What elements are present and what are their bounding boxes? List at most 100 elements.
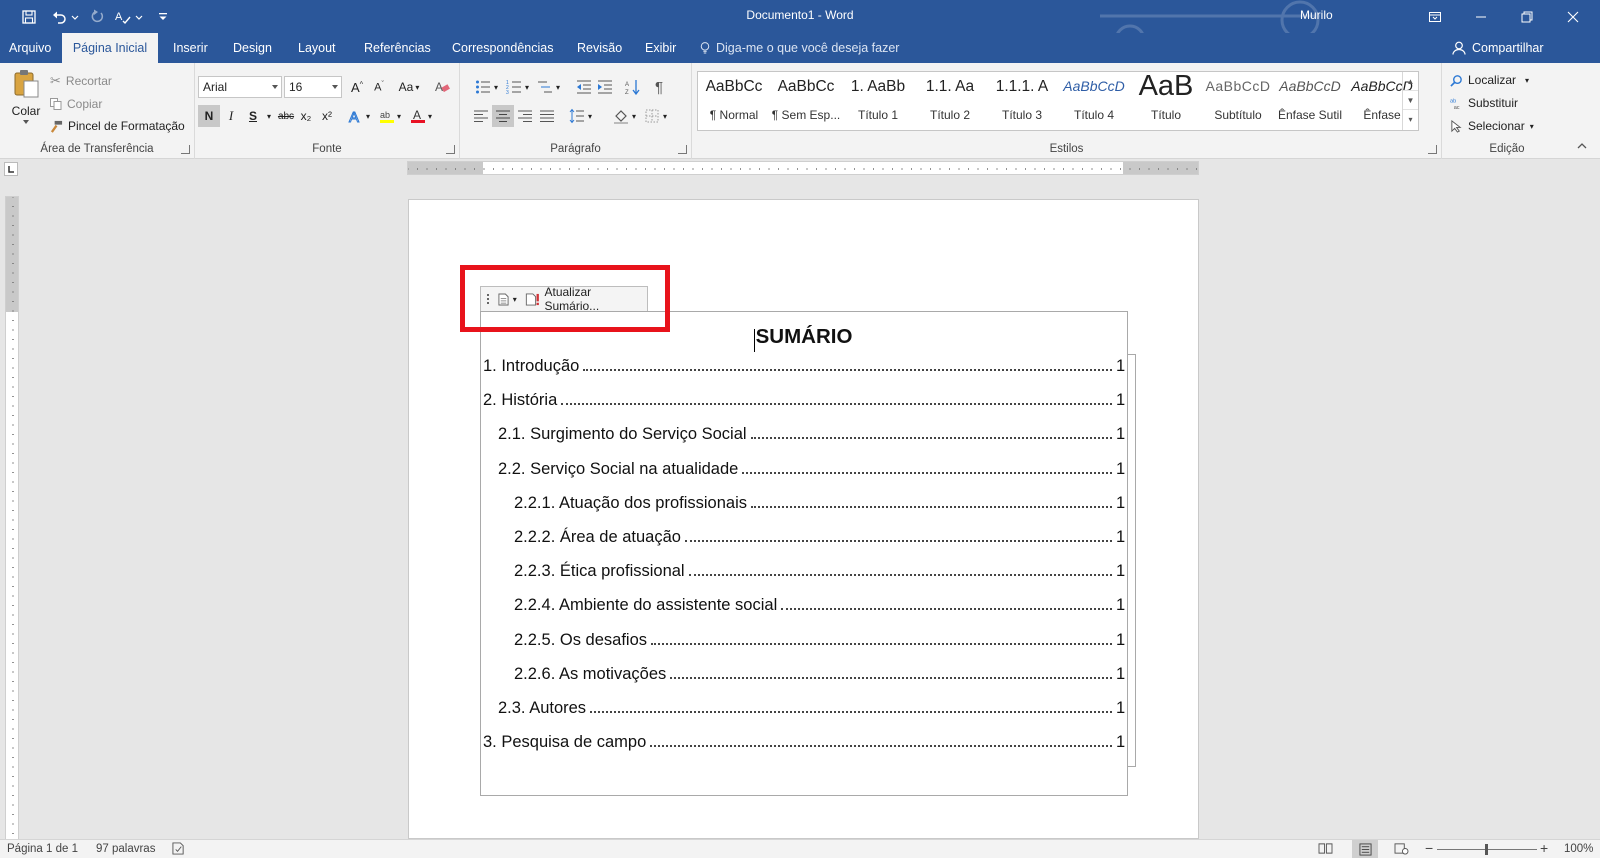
line-spacing-dropdown[interactable]: ▾: [586, 105, 594, 127]
tab-arquivo[interactable]: Arquivo: [0, 33, 60, 63]
toc-entry[interactable]: 2.2.5. Os desafios 1: [514, 626, 1125, 650]
grow-font-button[interactable]: A^: [346, 76, 368, 98]
toc-entry[interactable]: 2.2.2. Área de atuação 1: [514, 523, 1125, 547]
style-no-spacing[interactable]: AaBbCc ¶ Sem Esp...: [770, 72, 842, 130]
close-button[interactable]: [1550, 0, 1596, 33]
print-layout-button[interactable]: [1352, 840, 1378, 858]
bold-button[interactable]: N: [198, 105, 220, 127]
undo-dropdown[interactable]: [70, 6, 80, 28]
multilevel-list-button[interactable]: [534, 76, 556, 98]
clear-formatting-button[interactable]: A: [431, 76, 453, 98]
toc-entry[interactable]: 2. História 1: [483, 386, 1125, 410]
numbering-button[interactable]: 123: [503, 76, 525, 98]
word-count[interactable]: 97 palavras: [96, 843, 155, 855]
gallery-scroll-up[interactable]: ▲: [1403, 72, 1418, 91]
style-heading-1[interactable]: 1. AaBb Título 1: [842, 72, 914, 130]
font-color-dropdown[interactable]: ▾: [425, 105, 435, 127]
cut-button[interactable]: ✂ Recortar: [50, 71, 112, 91]
font-family-combo[interactable]: Arial: [198, 76, 282, 98]
shading-button[interactable]: [610, 105, 632, 127]
tab-layout[interactable]: Layout: [289, 33, 345, 63]
toc-entry[interactable]: 1. Introdução 1: [483, 352, 1125, 376]
paste-button[interactable]: Colar: [9, 69, 43, 139]
vertical-ruler[interactable]: [5, 196, 19, 840]
select-button[interactable]: Selecionar ▾: [1450, 116, 1534, 136]
align-left-button[interactable]: [470, 105, 492, 127]
undo-button[interactable]: [48, 6, 70, 28]
copy-button[interactable]: Copiar: [50, 94, 102, 114]
read-mode-button[interactable]: [1318, 842, 1333, 858]
dialog-launcher-icon[interactable]: [181, 145, 190, 154]
find-button[interactable]: Localizar ▾: [1450, 70, 1529, 90]
web-layout-button[interactable]: [1394, 842, 1409, 858]
shading-dropdown[interactable]: ▾: [630, 105, 638, 127]
borders-dropdown[interactable]: ▾: [661, 105, 669, 127]
bullets-dropdown[interactable]: ▾: [492, 76, 500, 98]
increase-indent-button[interactable]: [594, 76, 616, 98]
tab-exibir[interactable]: Exibir: [636, 33, 685, 63]
text-effects-dropdown[interactable]: ▾: [363, 105, 373, 127]
zoom-level[interactable]: 100%: [1564, 843, 1593, 855]
tab-referencias[interactable]: Referências: [355, 33, 440, 63]
zoom-slider-thumb[interactable]: [1485, 844, 1488, 855]
toc-entry[interactable]: 2.2.1. Atuação dos profissionais 1: [514, 489, 1125, 513]
toc-entry[interactable]: 2.2.6. As motivações 1: [514, 660, 1125, 684]
dialog-launcher-icon[interactable]: [678, 145, 687, 154]
toc-entry[interactable]: 2.2. Serviço Social na atualidade 1: [498, 455, 1125, 479]
gallery-scroll-down[interactable]: ▼: [1403, 91, 1418, 110]
toc-entry[interactable]: 3. Pesquisa de campo 1: [483, 728, 1125, 752]
sort-button[interactable]: AZ: [622, 76, 644, 98]
replace-button[interactable]: ab ac Substituir: [1450, 93, 1518, 113]
toc-entry[interactable]: 2.3. Autores 1: [498, 694, 1125, 718]
underline-dropdown[interactable]: ▾: [264, 105, 274, 127]
style-normal[interactable]: AaBbCc ¶ Normal: [698, 72, 770, 130]
save-button[interactable]: [18, 6, 40, 28]
spelling-button[interactable]: A: [112, 6, 134, 28]
collapse-ribbon-button[interactable]: [1577, 140, 1587, 150]
tab-selector[interactable]: [4, 162, 18, 176]
redo-button[interactable]: [86, 6, 108, 28]
share-button[interactable]: Compartilhar: [1452, 33, 1544, 63]
tab-design[interactable]: Design: [224, 33, 281, 63]
style-subtitle[interactable]: AaBbCcD Subtítulo: [1202, 72, 1274, 130]
format-painter-button[interactable]: Pincel de Formatação: [50, 116, 185, 136]
proofing-button[interactable]: [172, 842, 185, 858]
shrink-font-button[interactable]: Aˇ: [368, 76, 390, 98]
italic-button[interactable]: I: [220, 105, 242, 127]
tab-revisao[interactable]: Revisão: [568, 33, 631, 63]
tab-inserir[interactable]: Inserir: [164, 33, 217, 63]
page-count[interactable]: Página 1 de 1: [7, 843, 78, 855]
gallery-more-button[interactable]: ▾: [1403, 110, 1418, 129]
line-spacing-button[interactable]: [566, 105, 588, 127]
dialog-launcher-icon[interactable]: [1428, 145, 1437, 154]
horizontal-ruler[interactable]: [407, 161, 1199, 175]
dialog-launcher-icon[interactable]: [446, 145, 455, 154]
font-size-combo[interactable]: 16: [284, 76, 342, 98]
style-heading-3[interactable]: 1.1.1. A Título 3: [986, 72, 1058, 130]
align-right-button[interactable]: [514, 105, 536, 127]
highlight-dropdown[interactable]: ▾: [394, 105, 404, 127]
superscript-button[interactable]: x²: [316, 105, 338, 127]
underline-button[interactable]: S: [242, 105, 264, 127]
justify-button[interactable]: [536, 105, 558, 127]
tell-me-search[interactable]: Diga-me o que você deseja fazer: [700, 33, 899, 63]
tab-correspondencias[interactable]: Correspondências: [443, 33, 562, 63]
toc-entry[interactable]: 2.1. Surgimento do Serviço Social 1: [498, 420, 1125, 444]
toc-content-control[interactable]: [480, 311, 1128, 796]
zoom-in-button[interactable]: +: [1540, 840, 1548, 856]
spelling-dropdown[interactable]: [134, 6, 144, 28]
numbering-dropdown[interactable]: ▾: [523, 76, 531, 98]
toc-entry[interactable]: 2.2.3. Ética profissional 1: [514, 557, 1125, 581]
borders-button[interactable]: [641, 105, 663, 127]
show-formatting-button[interactable]: ¶: [648, 76, 670, 98]
multilevel-dropdown[interactable]: ▾: [554, 76, 562, 98]
customize-qat-button[interactable]: [152, 6, 174, 28]
subscript-button[interactable]: x₂: [295, 105, 317, 127]
bullets-button[interactable]: [472, 76, 494, 98]
style-heading-4[interactable]: AaBbCcD Título 4: [1058, 72, 1130, 130]
align-center-button[interactable]: [492, 105, 514, 127]
restore-button[interactable]: [1504, 0, 1550, 33]
ribbon-display-options-button[interactable]: [1412, 0, 1458, 33]
user-name[interactable]: Murilo: [1300, 8, 1333, 22]
strikethrough-button[interactable]: abc: [275, 105, 297, 127]
